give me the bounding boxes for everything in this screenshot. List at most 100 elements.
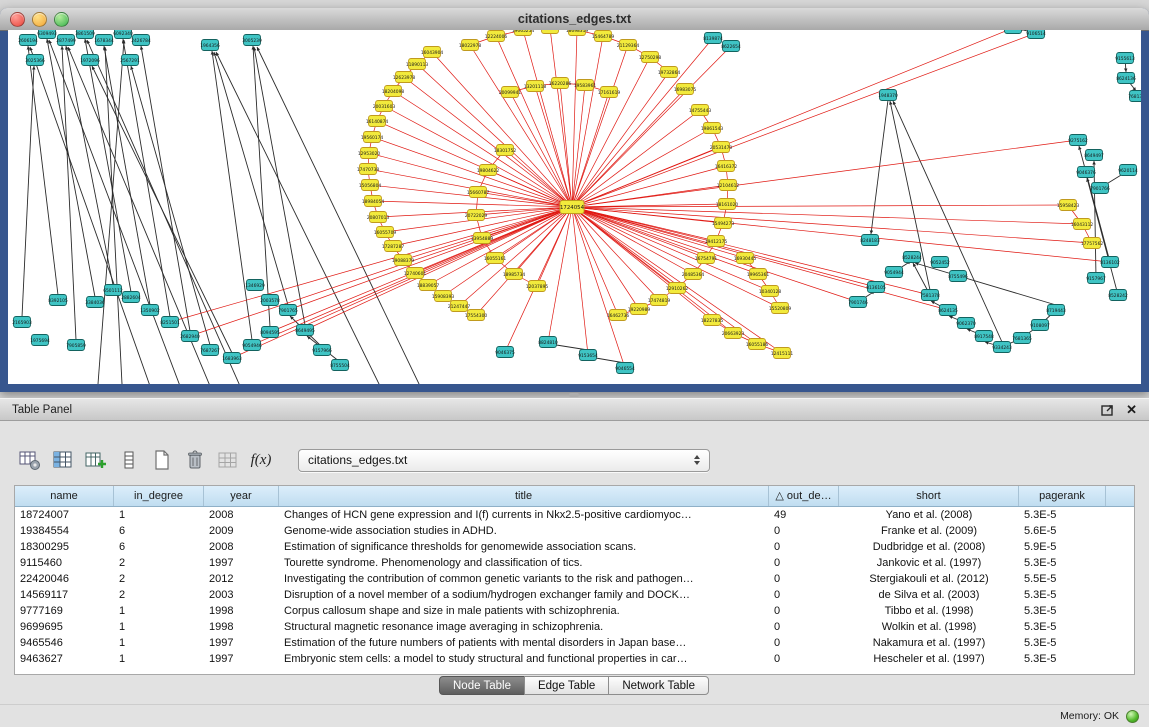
table-selector-value: citations_edges.txt [308, 453, 407, 467]
graph-node-label: 12037895 [526, 284, 549, 290]
cell-short: Franke et al. (2009) [839, 523, 1019, 539]
close-window-button[interactable] [10, 12, 25, 27]
graph-node-label: 19560174 [361, 135, 384, 141]
graph-edge [47, 39, 95, 297]
column-header-title[interactable]: title [279, 486, 769, 506]
cell-pagerank: 5.3E-5 [1019, 603, 1106, 619]
panel-splitter-handle[interactable] [569, 393, 579, 397]
tab-edge-table[interactable]: Edge Table [524, 676, 609, 695]
window-titlebar[interactable]: citations_edges.txt [0, 8, 1149, 31]
network-canvas[interactable]: 2606194630949328774993861509167834460923… [8, 30, 1141, 384]
graph-node-label: 8755504 [330, 363, 350, 369]
graph-node-label: 10340128 [759, 289, 782, 295]
graph-node-label: 12953020 [358, 151, 381, 157]
graph-node-label: 1972096 [80, 58, 100, 64]
graph-node-label: 12224006 [485, 34, 508, 40]
table-mode-button[interactable] [18, 448, 42, 472]
graph-node-label: 9106514 [1026, 31, 1046, 37]
cell-in_degree: 1 [114, 635, 204, 651]
show-columns-button[interactable] [51, 448, 75, 472]
graph-node-label: 8624135 [938, 308, 958, 314]
table-tabs: Node TableEdge TableNetwork Table [0, 676, 1149, 695]
cell-year: 1997 [204, 651, 279, 667]
table-row[interactable]: 1830029562008Estimation of significance … [15, 539, 1134, 555]
graph-edge [550, 30, 572, 207]
row-options-button[interactable] [117, 448, 141, 472]
graph-edge [104, 46, 150, 305]
memory-status-indicator [1126, 710, 1139, 723]
tab-node-table[interactable]: Node Table [439, 676, 525, 695]
new-file-button[interactable] [150, 448, 174, 472]
graph-edge [572, 207, 1092, 243]
table-row[interactable]: 946362711997Embryonic stem cells: a mode… [15, 651, 1134, 667]
float-panel-icon[interactable] [1101, 404, 1114, 416]
table-row[interactable]: 2242004622012Investigating the contribut… [15, 571, 1134, 587]
create-column-button[interactable] [84, 448, 108, 472]
graph-edge [572, 140, 1078, 207]
function-builder-button[interactable]: f(x) [249, 448, 273, 472]
zoom-window-button[interactable] [54, 12, 69, 27]
cell-out_degree: 0 [769, 635, 839, 651]
column-header-year[interactable]: year [204, 486, 279, 506]
cell-title: Disruption of a novel member of a sodium… [279, 587, 769, 603]
column-header-in_degree[interactable]: in_degree [114, 486, 204, 506]
column-header-name[interactable]: name [15, 486, 114, 506]
cell-year: 1998 [204, 603, 279, 619]
table-row[interactable]: 1938455462009Genome-wide association stu… [15, 523, 1134, 539]
tab-network-table[interactable]: Network Table [608, 676, 709, 695]
graph-node-label: 20663923 [722, 331, 745, 337]
graph-node-label: 8622654 [721, 44, 741, 50]
table-selector-combobox[interactable]: citations_edges.txt [298, 449, 710, 472]
table-row[interactable]: 946554611997Estimation of the future num… [15, 635, 1134, 651]
table-row[interactable]: 969969511998Structural magnetic resonanc… [15, 619, 1134, 635]
graph-node-label: 8528244 [902, 255, 922, 261]
import-table-button[interactable] [216, 448, 240, 472]
cell-in_degree: 1 [114, 603, 204, 619]
cell-name: 19384554 [15, 523, 114, 539]
table-row[interactable]: 911546021997Tourette syndrome. Phenomeno… [15, 555, 1134, 571]
graph-edge [428, 207, 572, 285]
cell-short: Tibbo et al. (1998) [839, 603, 1019, 619]
graph-node-label: 9157966 [312, 348, 332, 354]
table-panel: Table Panel ✕ [0, 398, 1149, 727]
cell-title: Embryonic stem cells: a model to study s… [279, 651, 769, 667]
table-panel-title: Table Panel [12, 404, 72, 416]
graph-edge [305, 207, 572, 330]
graph-node-label: 20722029 [465, 213, 488, 219]
graph-node-label: 7687267 [200, 348, 220, 354]
table-row[interactable]: 977716911998Corpus callosum shape and si… [15, 603, 1134, 619]
memory-status-label: Memory: OK [1060, 710, 1119, 722]
cell-pagerank: 5.3E-5 [1019, 635, 1106, 651]
graph-node-label: 19665254 [512, 30, 535, 34]
graph-node-label: 15958423 [1057, 203, 1080, 209]
cell-name: 18300295 [15, 539, 114, 555]
column-header-short[interactable]: short [839, 486, 1019, 506]
table-row[interactable]: 1872400712008Changes of HCN gene express… [15, 507, 1134, 523]
cell-pagerank: 5.6E-5 [1019, 523, 1106, 539]
delete-button[interactable] [183, 448, 207, 472]
graph-node-label: 6092340 [113, 31, 133, 37]
graph-edge [572, 166, 726, 207]
column-header-out_degree[interactable]: △ out_de… [769, 486, 839, 506]
graph-node-label: 7901766 [1090, 186, 1110, 192]
new-file-icon [151, 449, 173, 471]
table-row[interactable]: 1456911722003Disruption of a novel membe… [15, 587, 1134, 603]
graph-node-label: 12623978 [393, 75, 416, 81]
graph-node-label: 18204098 [382, 89, 405, 95]
graph-edge [572, 89, 685, 207]
graph-edge [572, 207, 782, 353]
graph-node-label: 12415111 [771, 351, 794, 357]
graph-node-label: 9275162 [1068, 138, 1088, 144]
network-graph[interactable]: 2606194630949328774993861509167834460923… [8, 30, 1141, 384]
graph-node-label: 7905859 [66, 343, 86, 349]
graph-node-label: 16983075 [674, 87, 697, 93]
column-header-pagerank[interactable]: pagerank [1019, 486, 1106, 506]
graph-node-label: 19220989 [628, 307, 651, 313]
minimize-window-button[interactable] [32, 12, 47, 27]
cell-in_degree: 2 [114, 571, 204, 587]
graph-node-label: 7681365 [1012, 336, 1032, 342]
cell-in_degree: 1 [114, 619, 204, 635]
close-panel-icon[interactable]: ✕ [1126, 403, 1137, 416]
graph-node-label: 1948370 [878, 93, 898, 99]
cell-out_degree: 0 [769, 587, 839, 603]
